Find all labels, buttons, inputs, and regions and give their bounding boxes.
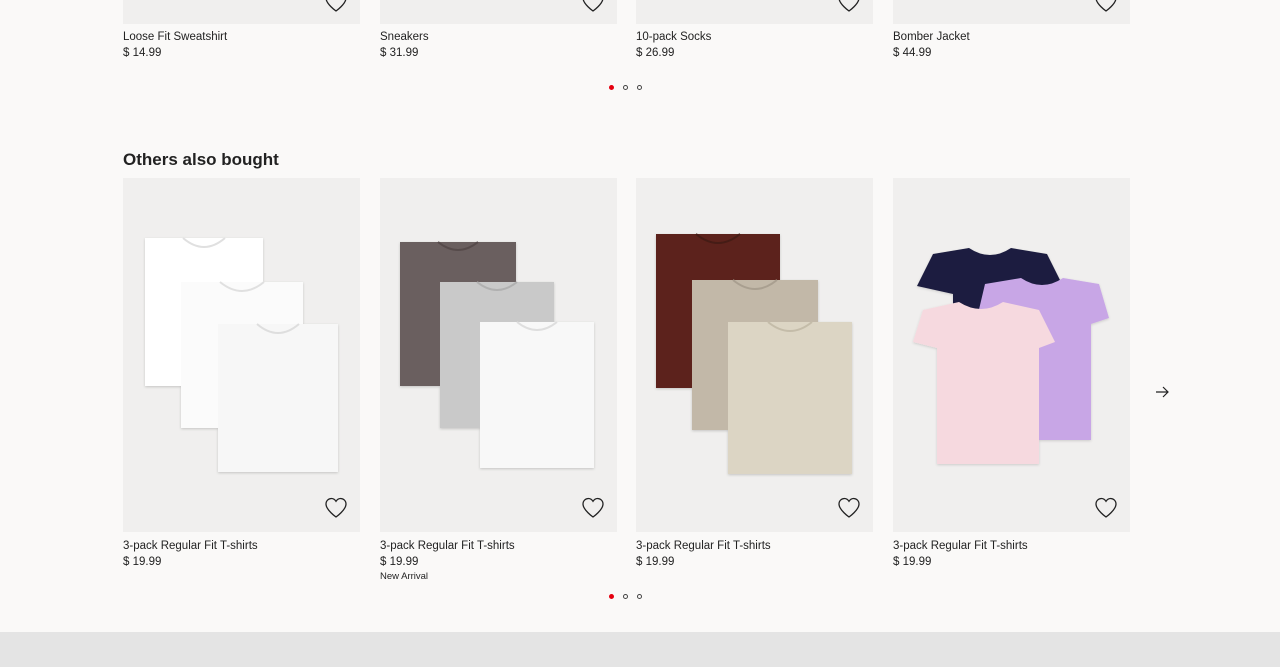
tshirt-stack-illustration — [656, 233, 852, 474]
section-title: Others also bought — [123, 150, 279, 169]
pagination-dot-1[interactable] — [609, 85, 614, 90]
product-name[interactable]: 3-pack Regular Fit T-shirts — [380, 540, 515, 552]
heart-icon[interactable] — [324, 0, 348, 13]
carousel-pagination-top — [609, 85, 642, 90]
product-name[interactable]: 3-pack Regular Fit T-shirts — [636, 540, 771, 552]
pagination-dot-2[interactable] — [623, 85, 628, 90]
pagination-dot-1[interactable] — [609, 594, 614, 599]
product-price: $ 19.99 — [893, 556, 932, 568]
product-card-2[interactable]: 3-pack Regular Fit T-shirts $ 19.99 New … — [380, 178, 617, 588]
tshirt-stack-illustration — [913, 248, 1109, 464]
heart-icon[interactable] — [837, 0, 861, 13]
product-card-4[interactable]: 3-pack Regular Fit T-shirts $ 19.99 — [893, 178, 1130, 588]
product-image[interactable] — [123, 178, 360, 532]
new-arrival-badge: New Arrival — [380, 571, 429, 582]
product-name[interactable]: 3-pack Regular Fit T-shirts — [123, 540, 258, 552]
product-card-1[interactable]: 3-pack Regular Fit T-shirts $ 19.99 — [123, 178, 360, 588]
pagination-dot-3[interactable] — [637, 85, 642, 90]
product-name[interactable]: 3-pack Regular Fit T-shirts — [893, 540, 1028, 552]
heart-icon[interactable] — [837, 497, 861, 519]
product-card-3[interactable]: 3-pack Regular Fit T-shirts $ 19.99 — [636, 178, 873, 588]
product-price: $ 14.99 — [123, 47, 162, 59]
product-price: $ 26.99 — [636, 47, 675, 59]
product-price: $ 44.99 — [893, 47, 932, 59]
heart-icon[interactable] — [581, 0, 605, 13]
product-price: $ 19.99 — [636, 556, 675, 568]
heart-icon[interactable] — [581, 497, 605, 519]
product-price: $ 19.99 — [380, 556, 419, 568]
product-name[interactable]: Loose Fit Sweatshirt — [123, 31, 227, 43]
product-price: $ 19.99 — [123, 556, 162, 568]
tshirt-stack-illustration — [400, 241, 594, 468]
product-image[interactable] — [380, 178, 617, 532]
product-image[interactable] — [893, 178, 1130, 532]
product-name[interactable]: Sneakers — [380, 31, 429, 43]
heart-icon[interactable] — [324, 497, 348, 519]
carousel-pagination-bottom — [609, 594, 642, 599]
arrow-right-icon[interactable] — [1153, 383, 1171, 401]
heart-icon[interactable] — [1094, 497, 1118, 519]
product-name[interactable]: 10-pack Socks — [636, 31, 711, 43]
pagination-dot-3[interactable] — [637, 594, 642, 599]
product-price: $ 31.99 — [380, 47, 419, 59]
product-image[interactable] — [636, 178, 873, 532]
footer-band — [0, 632, 1280, 667]
product-name[interactable]: Bomber Jacket — [893, 31, 970, 43]
pagination-dot-2[interactable] — [623, 594, 628, 599]
heart-icon[interactable] — [1094, 0, 1118, 13]
tshirt-stack-illustration — [145, 237, 338, 472]
